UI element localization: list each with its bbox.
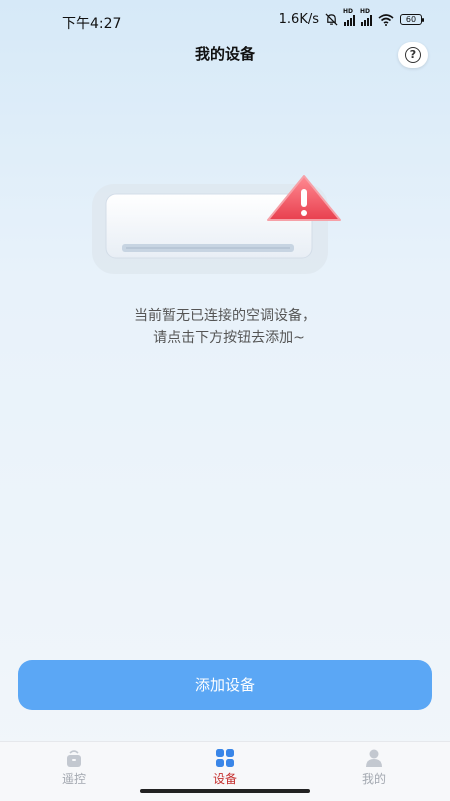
wifi-icon	[378, 13, 394, 26]
battery-level: 60	[405, 15, 417, 24]
tab-remote-label: 遥控	[61, 772, 86, 786]
status-time: 下午4:27	[62, 16, 122, 32]
empty-state-line-1: 当前暂无已连接的空调设备，	[134, 308, 316, 324]
question-circle-icon: ?	[405, 47, 421, 63]
status-bar: 下午4:27 1.6K/s HD HD 60	[0, 0, 450, 44]
tab-remote[interactable]: 遥控	[34, 748, 114, 787]
empty-state-line-2: 请点击下方按钮去添加~	[153, 330, 305, 346]
page-title: 我的设备	[194, 45, 255, 63]
tab-devices-label: 设备	[212, 772, 237, 786]
network-speed: 1.6K/s	[278, 12, 319, 27]
grid-icon	[214, 748, 236, 768]
help-button[interactable]: ?	[398, 42, 428, 68]
home-indicator[interactable]	[140, 789, 310, 793]
add-device-button[interactable]: 添加设备	[18, 660, 432, 710]
signal-hd-icon: HD	[360, 8, 372, 26]
mute-icon	[325, 13, 338, 26]
tab-profile-label: 我的	[361, 772, 386, 786]
signal-hd-icon: HD	[343, 8, 355, 26]
empty-state-message: 当前暂无已连接的空调设备， 请点击下方按钮去添加~	[0, 305, 450, 349]
battery-icon: 60	[400, 14, 424, 25]
profile-icon	[363, 748, 385, 768]
air-conditioner-warning-icon	[92, 175, 341, 274]
status-icons: 1.6K/s HD HD 60	[278, 8, 424, 27]
tab-profile[interactable]: 我的	[334, 748, 414, 787]
remote-icon	[63, 748, 85, 768]
tab-devices[interactable]: 设备	[185, 748, 265, 787]
